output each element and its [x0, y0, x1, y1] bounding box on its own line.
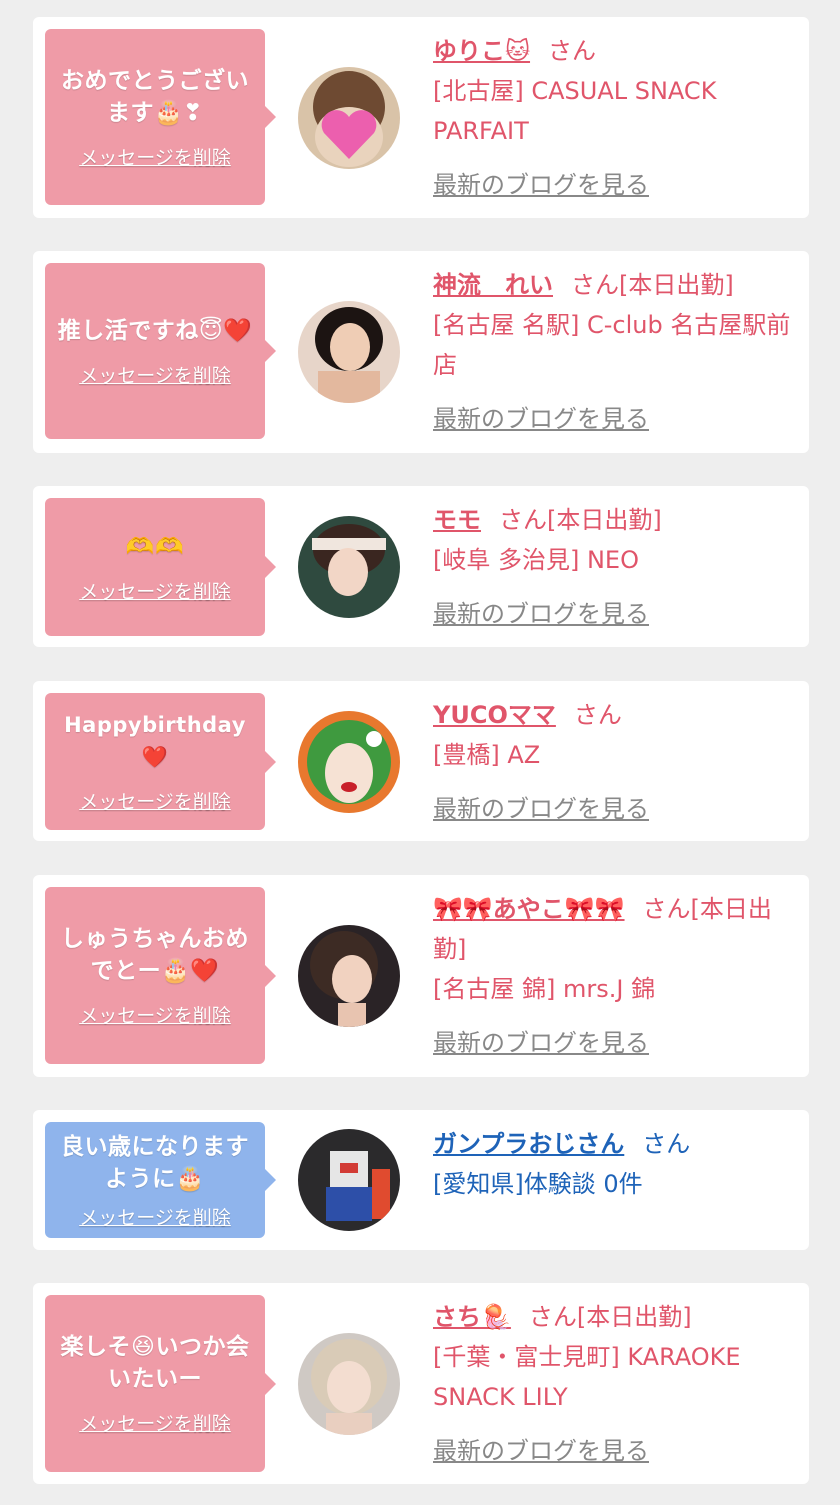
avatar[interactable] — [298, 925, 400, 1027]
message-bubble: 推し活ですね😇❤️ メッセージを削除 — [45, 263, 276, 439]
message-text: 良い歳になりますように🎂 — [61, 1133, 249, 1192]
shop-label: [豊橋] AZ — [433, 741, 541, 769]
message-card: 🫶🫶 メッセージを削除 モモ さん[本日出勤] [岐阜 多治見] NEO 最新のブ… — [33, 486, 809, 647]
member-name-link[interactable]: モモ — [433, 506, 481, 534]
delete-message-link[interactable]: メッセージを削除 — [79, 1001, 231, 1028]
message-bubble: 🫶🫶 メッセージを削除 — [45, 498, 276, 636]
delete-message-link[interactable]: メッセージを削除 — [79, 787, 231, 814]
member-status: さん[本日出勤] — [499, 506, 662, 534]
avatar[interactable] — [298, 516, 400, 618]
member-status: さん — [573, 701, 622, 729]
message-text: おめでとうございます🎂❣ — [61, 67, 249, 126]
member-name-link[interactable]: 🎀🎀あやこ🎀🎀 — [433, 895, 625, 923]
message-bubble: Happybirthday❤️ メッセージを削除 — [45, 693, 276, 830]
member-name-link[interactable]: ガンプラおじさん — [433, 1130, 624, 1158]
message-card: Happybirthday❤️ メッセージを削除 YUCOママ さん [豊橋] A… — [33, 681, 809, 841]
message-bubble: 楽しそ😆いつか会いたいー メッセージを削除 — [45, 1295, 276, 1472]
message-card: 良い歳になりますように🎂 メッセージを削除 ガンプラおじさん さん [愛知県]体験… — [33, 1110, 809, 1250]
member-info: ゆりこ🐱 さん [北古屋] CASUAL SNACK PARFAIT 最新のブログ… — [433, 31, 793, 205]
message-text: Happybirthday❤️ — [64, 713, 246, 769]
message-text: 🫶🫶 — [125, 533, 185, 560]
avatar[interactable] — [298, 1129, 400, 1231]
delete-message-link[interactable]: メッセージを削除 — [79, 1203, 231, 1230]
avatar[interactable] — [298, 67, 400, 169]
message-text: しゅうちゃんおめでとー🎂❤️ — [61, 926, 249, 984]
member-name-link[interactable]: さち🪼 — [433, 1303, 511, 1331]
delete-message-link[interactable]: メッセージを削除 — [79, 1409, 231, 1436]
shop-label: [岐阜 多治見] NEO — [433, 546, 639, 574]
avatar[interactable] — [298, 1333, 400, 1435]
latest-blog-link[interactable]: 最新のブログを見る — [433, 399, 793, 439]
latest-blog-link[interactable]: 最新のブログを見る — [433, 594, 793, 634]
shop-label: [名古屋 名駅] C-club 名古屋駅前店 — [433, 311, 791, 379]
member-status: さん — [642, 1130, 691, 1158]
message-list: おめでとうございます🎂❣ メッセージを削除 ゆりこ🐱 さん [北古屋] CASUA… — [0, 0, 840, 1505]
message-bubble: 良い歳になりますように🎂 メッセージを削除 — [45, 1122, 276, 1238]
shop-label: [愛知県]体験談 0件 — [433, 1170, 643, 1198]
message-card: しゅうちゃんおめでとー🎂❤️ メッセージを削除 🎀🎀あやこ🎀🎀 さん[本日出勤] … — [33, 875, 809, 1077]
shop-label: [名古屋 錦] mrs.J 錦 — [433, 975, 656, 1003]
member-status: さん[本日出勤] — [528, 1303, 692, 1331]
member-status: さん[本日出勤] — [571, 271, 734, 299]
member-info: 神流 れい さん[本日出勤] [名古屋 名駅] C-club 名古屋駅前店 最新の… — [433, 265, 793, 439]
member-info: モモ さん[本日出勤] [岐阜 多治見] NEO 最新のブログを見る — [433, 500, 793, 634]
member-name-link[interactable]: ゆりこ🐱 — [433, 37, 530, 65]
latest-blog-link[interactable]: 最新のブログを見る — [433, 165, 793, 205]
member-info: さち🪼 さん[本日出勤] [千葉・富士見町] KARAOKE SNACK LILY… — [433, 1297, 793, 1471]
message-text: 推し活ですね😇❤️ — [57, 317, 253, 344]
latest-blog-link[interactable]: 最新のブログを見る — [433, 1431, 793, 1471]
member-info: ガンプラおじさん さん [愛知県]体験談 0件 — [433, 1124, 793, 1204]
message-text: 楽しそ😆いつか会いたいー — [60, 1334, 250, 1392]
shop-label: [北古屋] CASUAL SNACK PARFAIT — [433, 77, 717, 145]
message-card: おめでとうございます🎂❣ メッセージを削除 ゆりこ🐱 さん [北古屋] CASUA… — [33, 17, 809, 218]
avatar[interactable] — [298, 301, 400, 403]
member-name-link[interactable]: 神流 れい — [433, 271, 553, 299]
member-status: さん — [548, 37, 597, 65]
delete-message-link[interactable]: メッセージを削除 — [79, 577, 231, 604]
member-name-link[interactable]: YUCOママ — [433, 701, 556, 729]
message-card: 推し活ですね😇❤️ メッセージを削除 神流 れい さん[本日出勤] [名古屋 名駅… — [33, 251, 809, 453]
avatar[interactable] — [298, 711, 400, 813]
message-bubble: おめでとうございます🎂❣ メッセージを削除 — [45, 29, 276, 205]
member-info: 🎀🎀あやこ🎀🎀 さん[本日出勤] [名古屋 錦] mrs.J 錦 最新のブログを見… — [433, 889, 793, 1063]
shop-label: [千葉・富士見町] KARAOKE SNACK LILY — [433, 1343, 741, 1411]
message-card: 楽しそ😆いつか会いたいー メッセージを削除 さち🪼 さん[本日出勤] [千葉・富士… — [33, 1283, 809, 1484]
latest-blog-link[interactable]: 最新のブログを見る — [433, 1023, 793, 1063]
delete-message-link[interactable]: メッセージを削除 — [79, 143, 231, 170]
member-info: YUCOママ さん [豊橋] AZ 最新のブログを見る — [433, 695, 793, 829]
delete-message-link[interactable]: メッセージを削除 — [79, 361, 231, 388]
message-bubble: しゅうちゃんおめでとー🎂❤️ メッセージを削除 — [45, 887, 276, 1064]
latest-blog-link[interactable]: 最新のブログを見る — [433, 789, 793, 829]
